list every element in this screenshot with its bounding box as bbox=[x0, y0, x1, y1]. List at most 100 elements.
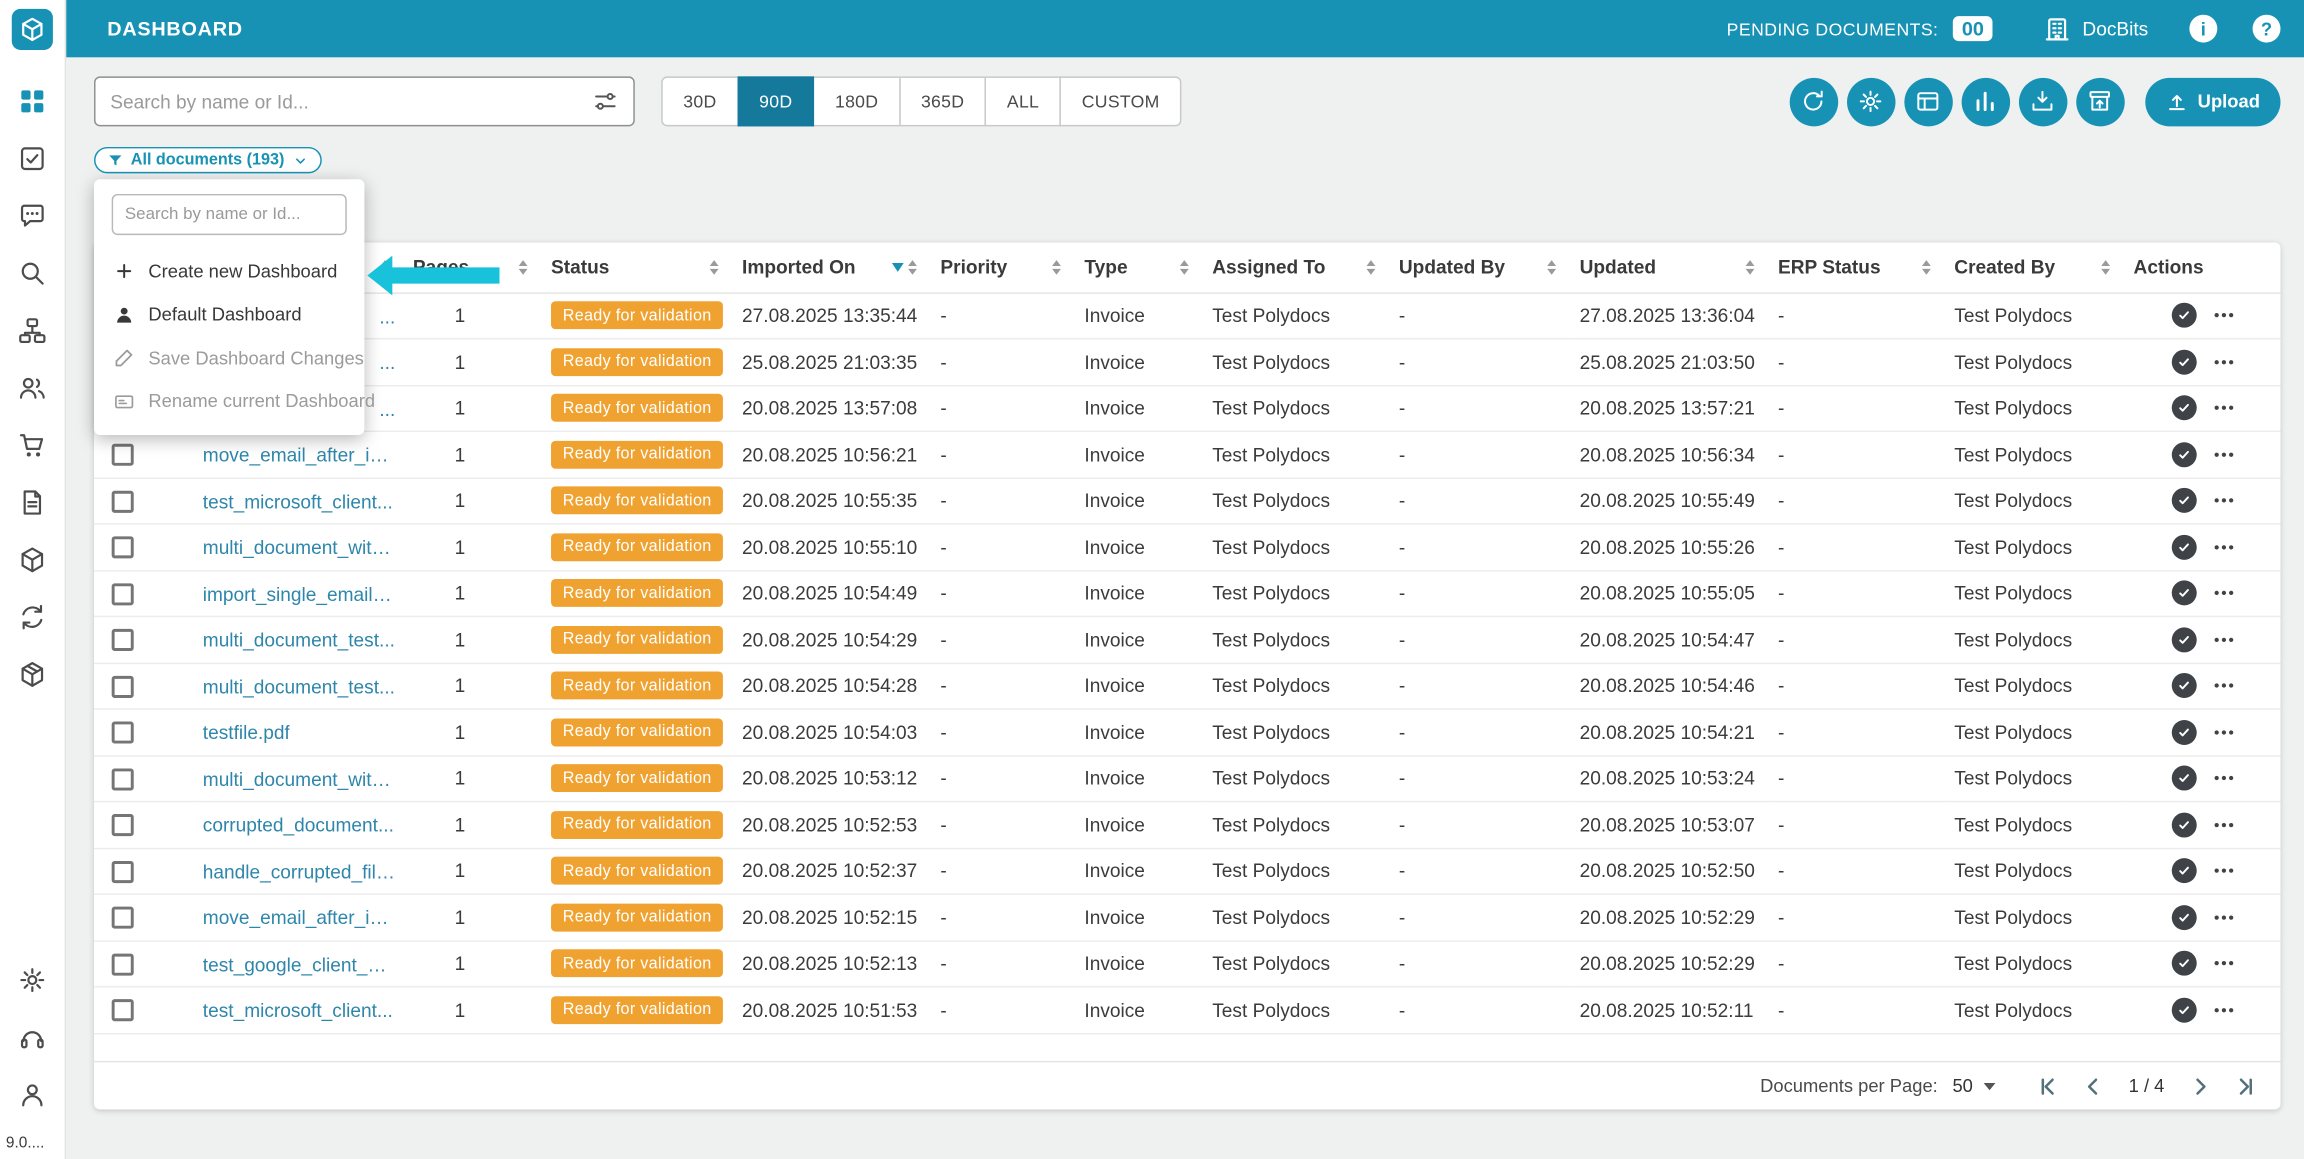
document-name-link[interactable]: multi_document_with... bbox=[203, 537, 395, 559]
row-checkbox[interactable] bbox=[112, 676, 134, 698]
sidebar-item-tasks[interactable] bbox=[18, 144, 47, 173]
sidebar-item-sync[interactable] bbox=[18, 602, 47, 631]
column-header-updated_by[interactable]: Updated By bbox=[1393, 242, 1574, 292]
app-logo[interactable] bbox=[12, 9, 53, 50]
column-header-status[interactable]: Status bbox=[545, 242, 736, 292]
help-icon[interactable]: ? bbox=[2253, 15, 2281, 43]
column-header-updated[interactable]: Updated bbox=[1574, 242, 1772, 292]
row-checkbox[interactable] bbox=[112, 444, 134, 466]
row-more-options-icon[interactable] bbox=[2211, 627, 2236, 652]
column-header-imported_on[interactable]: Imported On bbox=[736, 242, 934, 292]
row-more-options-icon[interactable] bbox=[2211, 812, 2236, 837]
validate-document-icon[interactable] bbox=[2172, 581, 2197, 606]
sidebar-item-packages[interactable] bbox=[18, 545, 47, 574]
row-checkbox[interactable] bbox=[112, 537, 134, 559]
time-filter-90d[interactable]: 90D bbox=[737, 76, 814, 126]
column-header-erp_status[interactable]: ERP Status bbox=[1772, 242, 1948, 292]
row-checkbox[interactable] bbox=[112, 629, 134, 651]
document-name-link[interactable]: multi_document_test... bbox=[203, 629, 395, 651]
validate-document-icon[interactable] bbox=[2172, 951, 2197, 976]
sidebar-item-purchase-orders[interactable] bbox=[18, 431, 47, 460]
time-filter-180d[interactable]: 180D bbox=[813, 76, 900, 126]
filter-tune-icon[interactable] bbox=[592, 88, 618, 114]
validate-document-icon[interactable] bbox=[2172, 997, 2197, 1022]
archive-button[interactable] bbox=[2076, 77, 2124, 125]
sidebar-item-workflow[interactable] bbox=[18, 316, 47, 345]
time-filter-365d[interactable]: 365D bbox=[899, 76, 986, 126]
info-icon[interactable]: i bbox=[2189, 15, 2217, 43]
menu-item-default-dashboard[interactable]: Default Dashboard bbox=[94, 293, 364, 336]
validate-document-icon[interactable] bbox=[2172, 396, 2197, 421]
sidebar-item-invoices[interactable] bbox=[18, 488, 47, 517]
organization-icon[interactable] bbox=[2043, 14, 2072, 43]
sidebar-item-inventory[interactable] bbox=[18, 660, 47, 689]
sidebar-item-chat[interactable] bbox=[18, 201, 47, 230]
next-page-button[interactable] bbox=[2188, 1073, 2213, 1098]
row-checkbox[interactable] bbox=[112, 768, 134, 790]
validate-document-icon[interactable] bbox=[2172, 720, 2197, 745]
per-page-select[interactable]: 50 bbox=[1952, 1076, 1994, 1097]
row-more-options-icon[interactable] bbox=[2211, 905, 2236, 930]
row-checkbox[interactable] bbox=[112, 490, 134, 512]
table-view-button[interactable] bbox=[1904, 77, 1952, 125]
column-header-assigned_to[interactable]: Assigned To bbox=[1206, 242, 1393, 292]
documents-filter-chip[interactable]: All documents (193) bbox=[94, 147, 321, 173]
row-more-options-icon[interactable] bbox=[2211, 766, 2236, 791]
document-name-link[interactable]: multi_document_with... bbox=[203, 768, 395, 790]
row-more-options-icon[interactable] bbox=[2211, 534, 2236, 559]
row-more-options-icon[interactable] bbox=[2211, 349, 2236, 374]
row-checkbox[interactable] bbox=[112, 1000, 134, 1022]
validate-document-icon[interactable] bbox=[2172, 812, 2197, 837]
row-checkbox[interactable] bbox=[112, 722, 134, 744]
row-checkbox[interactable] bbox=[112, 861, 134, 883]
document-name-link[interactable]: testfile.pdf bbox=[203, 722, 290, 744]
validate-document-icon[interactable] bbox=[2172, 627, 2197, 652]
row-more-options-icon[interactable] bbox=[2211, 951, 2236, 976]
sidebar-item-settings[interactable] bbox=[18, 965, 47, 994]
row-checkbox[interactable] bbox=[112, 814, 134, 836]
document-name-link[interactable]: test_google_client_20... bbox=[203, 953, 395, 975]
search-input[interactable] bbox=[110, 90, 592, 112]
row-more-options-icon[interactable] bbox=[2211, 303, 2236, 328]
menu-item-save-dashboard-changes[interactable]: Save Dashboard Changes bbox=[94, 336, 364, 379]
settings-button[interactable] bbox=[1846, 77, 1894, 125]
sidebar-item-profile[interactable] bbox=[18, 1080, 47, 1109]
row-more-options-icon[interactable] bbox=[2211, 396, 2236, 421]
time-filter-custom[interactable]: CUSTOM bbox=[1060, 76, 1182, 126]
menu-item-rename-current-dashboard[interactable]: Rename current Dashboard bbox=[94, 380, 364, 423]
prev-page-button[interactable] bbox=[2080, 1073, 2105, 1098]
document-name-link[interactable]: import_single_email_... bbox=[203, 583, 395, 605]
validate-document-icon[interactable] bbox=[2172, 349, 2197, 374]
validate-document-icon[interactable] bbox=[2172, 442, 2197, 467]
document-name-link[interactable]: ... bbox=[379, 305, 395, 327]
upload-button[interactable]: Upload bbox=[2145, 77, 2281, 125]
row-more-options-icon[interactable] bbox=[2211, 442, 2236, 467]
row-more-options-icon[interactable] bbox=[2211, 858, 2236, 883]
validate-document-icon[interactable] bbox=[2172, 488, 2197, 513]
row-more-options-icon[interactable] bbox=[2211, 488, 2236, 513]
sidebar-item-users[interactable] bbox=[18, 373, 47, 402]
time-filter-all[interactable]: ALL bbox=[985, 76, 1061, 126]
first-page-button[interactable] bbox=[2036, 1073, 2061, 1098]
chart-view-button[interactable] bbox=[1961, 77, 2009, 125]
sidebar-item-search[interactable] bbox=[18, 259, 47, 288]
sidebar-item-dashboard[interactable] bbox=[18, 87, 47, 116]
document-name-link[interactable]: handle_corrupted_file... bbox=[203, 861, 395, 883]
sidebar-item-support[interactable] bbox=[18, 1023, 47, 1052]
menu-item-create-new-dashboard[interactable]: Create new Dashboard bbox=[94, 250, 364, 293]
document-name-link[interactable]: ... bbox=[379, 398, 395, 420]
row-more-options-icon[interactable] bbox=[2211, 673, 2236, 698]
row-checkbox[interactable] bbox=[112, 907, 134, 929]
document-name-link[interactable]: test_microsoft_client... bbox=[203, 490, 393, 512]
validate-document-icon[interactable] bbox=[2172, 858, 2197, 883]
document-name-link[interactable]: multi_document_test... bbox=[203, 676, 395, 698]
column-header-priority[interactable]: Priority bbox=[935, 242, 1079, 292]
export-button[interactable] bbox=[2018, 77, 2066, 125]
validate-document-icon[interactable] bbox=[2172, 673, 2197, 698]
validate-document-icon[interactable] bbox=[2172, 905, 2197, 930]
dashboard-search-input[interactable] bbox=[112, 194, 347, 235]
document-name-link[interactable]: ... bbox=[379, 352, 395, 374]
validate-document-icon[interactable] bbox=[2172, 766, 2197, 791]
column-header-type[interactable]: Type bbox=[1079, 242, 1207, 292]
row-more-options-icon[interactable] bbox=[2211, 720, 2236, 745]
